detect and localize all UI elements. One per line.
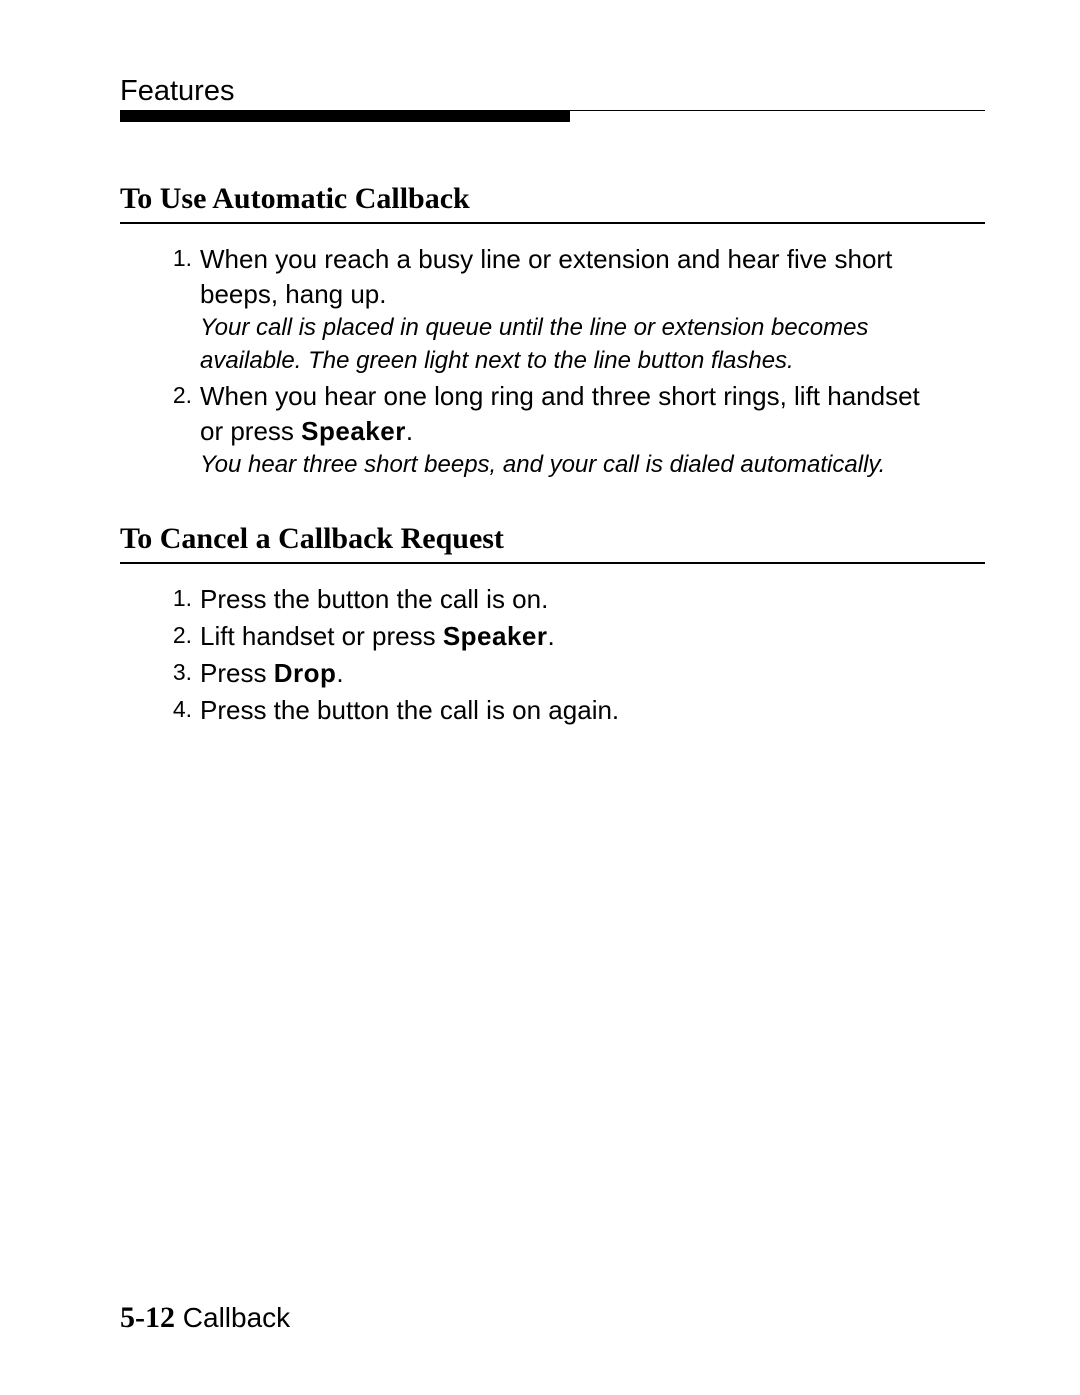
list-text: When you reach a busy line or extension …: [200, 244, 892, 309]
list-marker: 4.: [170, 693, 200, 725]
keycap-speaker: Speaker: [443, 621, 548, 651]
list-text: .: [406, 416, 413, 446]
step-list-1: 1. When you reach a busy line or extensi…: [170, 242, 930, 482]
step-list-2: 1. Press the button the call is on. 2. L…: [170, 582, 930, 728]
header-thick-bar: [120, 111, 570, 122]
list-text: Press: [200, 658, 274, 688]
list-item: 2. Lift handset or press Speaker.: [170, 619, 930, 654]
list-text: .: [548, 621, 555, 651]
list-marker: 3.: [170, 656, 200, 688]
list-body: Press Drop.: [200, 656, 930, 691]
header-rule: Features: [120, 75, 985, 111]
list-marker: 1.: [170, 582, 200, 614]
list-text: Press the button the call is on.: [200, 584, 548, 614]
list-marker: 1.: [170, 242, 200, 274]
list-item: 3. Press Drop.: [170, 656, 930, 691]
list-text: Press the button the call is on again.: [200, 695, 619, 725]
page-header-title: Features: [120, 75, 985, 108]
list-marker: 2.: [170, 619, 200, 651]
list-item: 1. When you reach a busy line or extensi…: [170, 242, 930, 377]
list-note: You hear three short beeps, and your cal…: [200, 449, 930, 481]
list-body: When you hear one long ring and three sh…: [200, 379, 930, 482]
list-text: Lift handset or press: [200, 621, 443, 651]
section-heading-1: To Use Automatic Callback: [120, 182, 985, 224]
footer-section-name: Callback: [183, 1302, 290, 1333]
list-text: .: [336, 658, 343, 688]
list-body: Lift handset or press Speaker.: [200, 619, 930, 654]
list-body: Press the button the call is on again.: [200, 693, 930, 728]
keycap-speaker: Speaker: [301, 416, 406, 446]
list-item: 4. Press the button the call is on again…: [170, 693, 930, 728]
list-body: Press the button the call is on.: [200, 582, 930, 617]
list-item: 2. When you hear one long ring and three…: [170, 379, 930, 482]
keycap-drop: Drop: [274, 658, 337, 688]
list-item: 1. Press the button the call is on.: [170, 582, 930, 617]
page-number: 5-12: [120, 1301, 175, 1334]
section-heading-2: To Cancel a Callback Request: [120, 522, 985, 564]
list-body: When you reach a busy line or extension …: [200, 242, 930, 377]
page-footer: 5-12 Callback: [120, 1301, 290, 1335]
list-marker: 2.: [170, 379, 200, 411]
list-note: Your call is placed in queue until the l…: [200, 312, 930, 377]
